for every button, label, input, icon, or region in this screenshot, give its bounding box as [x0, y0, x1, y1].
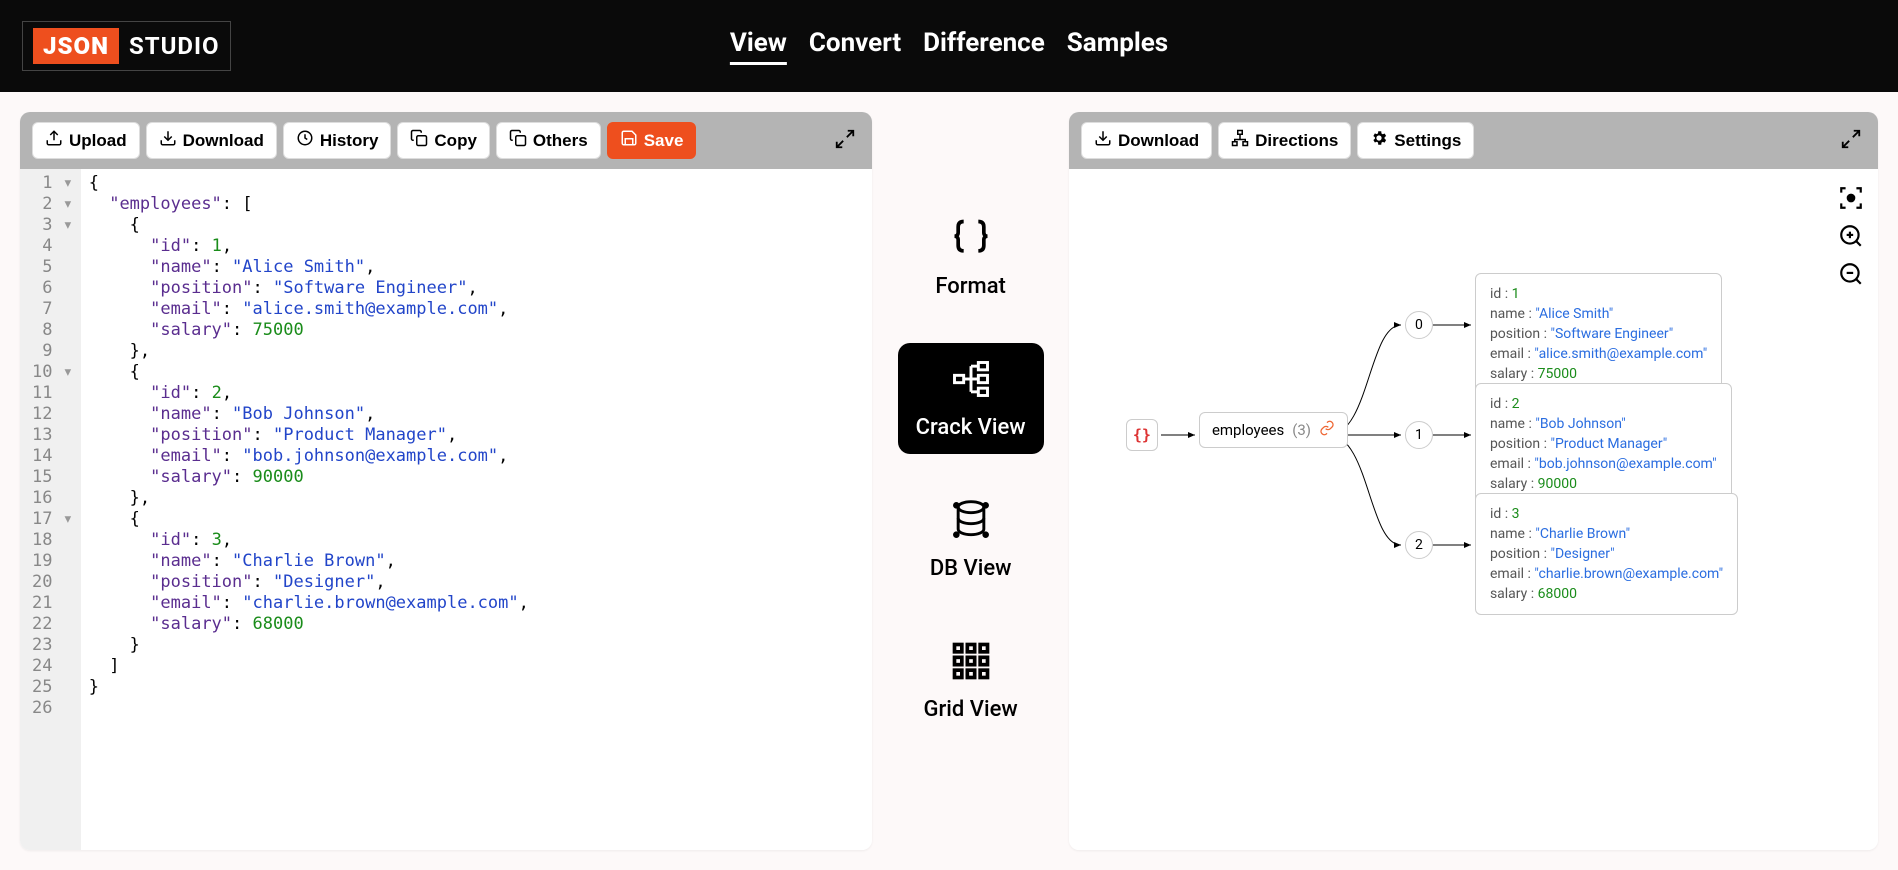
mode-format-label: Format	[935, 274, 1006, 299]
others-label: Others	[533, 131, 588, 151]
history-label: History	[320, 131, 379, 151]
graph-panel: Download Directions Settings	[1069, 112, 1878, 850]
line-gutter: 1 ▾2 ▾3 ▾4 5 6 7 8 9 10 ▾11 12 13 14 15 …	[20, 169, 81, 850]
others-icon	[509, 129, 527, 152]
zoom-controls	[1838, 185, 1864, 291]
view-modes: Format Crack View DB View Grid View	[872, 112, 1069, 850]
code-content[interactable]: { "employees": [ { "id": 1, "name": "Ali…	[81, 169, 537, 850]
editor-panel: Upload Download History Copy Others Save	[20, 112, 872, 850]
graph-toolbar: Download Directions Settings	[1069, 112, 1878, 169]
mode-crack-label: Crack View	[916, 415, 1026, 440]
download-icon	[159, 129, 177, 152]
copy-button[interactable]: Copy	[397, 122, 490, 159]
expand-graph-icon[interactable]	[1836, 124, 1866, 158]
node-card-0[interactable]: id : 1 name : "Alice Smith" position : "…	[1475, 273, 1722, 395]
top-nav: View Convert Difference Samples	[730, 28, 1168, 65]
main: Upload Download History Copy Others Save	[0, 92, 1898, 870]
upload-icon	[45, 129, 63, 152]
settings-label: Settings	[1394, 131, 1461, 151]
copy-label: Copy	[434, 131, 477, 151]
settings-button[interactable]: Settings	[1357, 122, 1474, 159]
zoom-out-icon[interactable]	[1838, 261, 1864, 291]
nav-convert[interactable]: Convert	[809, 28, 901, 65]
node-root[interactable]: {}	[1126, 419, 1158, 451]
nav-view[interactable]: View	[730, 28, 787, 65]
nav-difference[interactable]: Difference	[923, 28, 1045, 65]
code-editor[interactable]: 1 ▾2 ▾3 ▾4 5 6 7 8 9 10 ▾11 12 13 14 15 …	[20, 169, 872, 850]
directions-label: Directions	[1255, 131, 1338, 151]
header: JSON STUDIO View Convert Difference Samp…	[0, 0, 1898, 92]
logo-studio: STUDIO	[129, 32, 220, 60]
mode-grid-label: Grid View	[924, 697, 1018, 722]
tree-icon	[949, 357, 993, 405]
history-icon	[296, 129, 314, 152]
root-braces: {}	[1126, 419, 1158, 451]
mode-format[interactable]: Format	[917, 202, 1024, 313]
editor-toolbar: Upload Download History Copy Others Save	[20, 112, 872, 169]
mode-crack-view[interactable]: Crack View	[898, 343, 1044, 454]
download-button[interactable]: Download	[146, 122, 277, 159]
upload-label: Upload	[69, 131, 127, 151]
node-index-1[interactable]: 1	[1405, 421, 1433, 449]
sitemap-icon	[1231, 129, 1249, 152]
link-icon[interactable]	[1319, 420, 1335, 440]
graph-download-button[interactable]: Download	[1081, 122, 1212, 159]
gear-icon	[1370, 129, 1388, 152]
mode-grid-view[interactable]: Grid View	[906, 625, 1036, 736]
mode-db-view[interactable]: DB View	[912, 484, 1030, 595]
array-count: (3)	[1292, 421, 1311, 439]
focus-icon[interactable]	[1838, 185, 1864, 215]
node-card-1[interactable]: id : 2 name : "Bob Johnson" position : "…	[1475, 383, 1732, 505]
directions-button[interactable]: Directions	[1218, 122, 1351, 159]
save-icon	[620, 129, 638, 152]
database-icon	[949, 498, 993, 546]
graph-edges	[1069, 169, 1878, 850]
graph-download-label: Download	[1118, 131, 1199, 151]
zoom-in-icon[interactable]	[1838, 223, 1864, 253]
mode-db-label: DB View	[930, 556, 1012, 581]
array-label: employees	[1212, 421, 1284, 439]
expand-editor-icon[interactable]	[830, 124, 860, 158]
node-index-2[interactable]: 2	[1405, 531, 1433, 559]
history-button[interactable]: History	[283, 122, 392, 159]
node-employees[interactable]: employees (3)	[1199, 412, 1348, 448]
download-icon	[1094, 129, 1112, 152]
logo[interactable]: JSON STUDIO	[22, 21, 231, 71]
grid-icon	[949, 639, 993, 687]
others-button[interactable]: Others	[496, 122, 601, 159]
nav-samples[interactable]: Samples	[1067, 28, 1168, 65]
logo-json: JSON	[33, 28, 119, 64]
node-card-2[interactable]: id : 3 name : "Charlie Brown" position :…	[1475, 493, 1738, 615]
node-index-0[interactable]: 0	[1405, 311, 1433, 339]
graph-canvas[interactable]: {} employees (3) 0 1 2 id : 1 name : "Al…	[1069, 169, 1878, 850]
save-button[interactable]: Save	[607, 122, 697, 159]
braces-icon	[949, 216, 993, 264]
download-label: Download	[183, 131, 264, 151]
save-label: Save	[644, 131, 684, 151]
copy-icon	[410, 129, 428, 152]
upload-button[interactable]: Upload	[32, 122, 140, 159]
